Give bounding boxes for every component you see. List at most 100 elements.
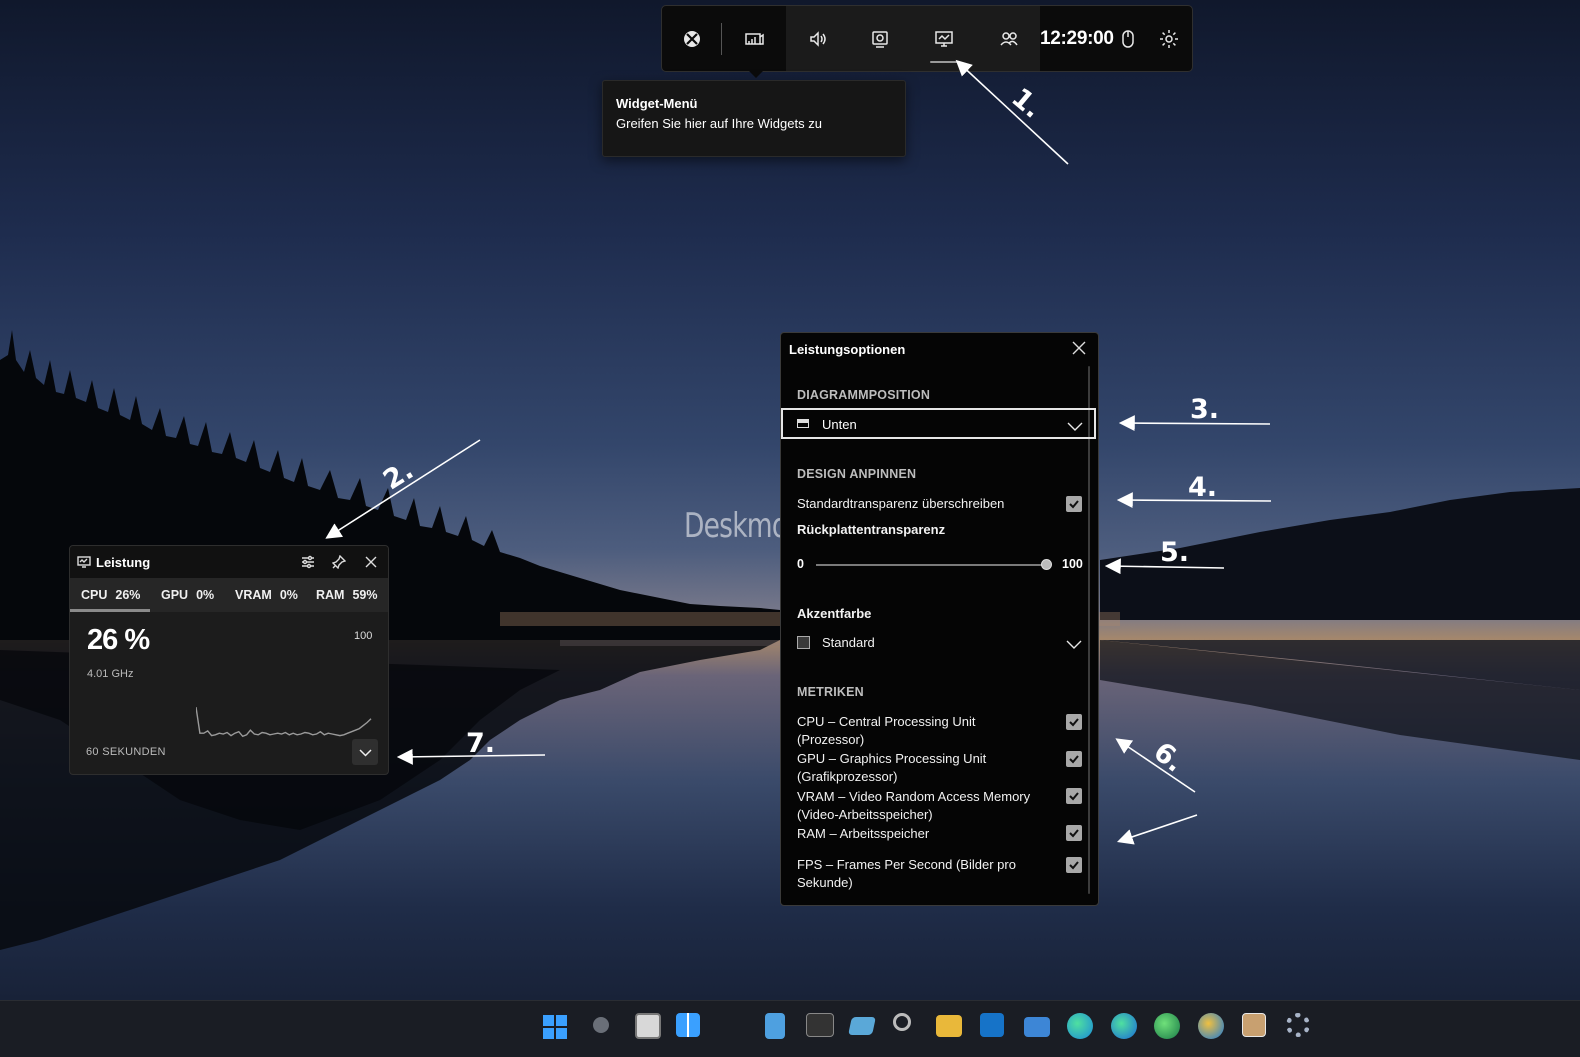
terminal-icon[interactable] [806,1013,834,1037]
widgets-button[interactable] [722,6,786,71]
tab-ram[interactable]: RAM 59% [316,588,378,602]
checkmark-icon [1069,718,1079,727]
section-metrics: METRIKEN [797,685,864,699]
annotation-3: 3. [1190,394,1220,425]
metric-cpu-label: CPU – Central Processing Unit (Prozessor) [797,714,976,747]
outlook-icon[interactable] [980,1013,1004,1037]
checkmark-icon [1069,861,1079,870]
tab-gpu[interactable]: GPU 0% [161,588,214,602]
file-explorer-icon[interactable] [936,1015,962,1037]
chevron-down-icon[interactable] [1066,637,1082,649]
metric-vram-label: VRAM – Video Random Access Memory (Video-… [797,789,1031,822]
annotation-7: 7. [466,728,496,759]
performance-icon [74,552,94,572]
options-button[interactable] [298,552,318,572]
tab-vram[interactable]: VRAM 0% [235,588,298,602]
store-icon[interactable] [1242,1013,1266,1037]
cpu-frequency: 4.01 GHz [87,668,134,680]
widgets-icon [745,32,764,45]
override-transparency-checkbox[interactable] [1066,496,1082,512]
settings-button[interactable] [1152,6,1186,71]
widget-header[interactable]: Leistung [70,546,388,578]
backplate-transparency-label: Rückplattentransparenz [797,522,946,537]
position-bottom-icon [797,419,809,428]
annotation-5: 5. [1160,537,1190,568]
widgets-icon[interactable] [676,1013,700,1037]
tooltip-text: Greifen Sie hier auf Ihre Widgets zu [616,116,822,131]
close-button[interactable] [1071,340,1091,360]
chevron-down-icon [1067,419,1083,431]
taskbar [0,1000,1580,1057]
tab-value: 59% [352,588,378,602]
tab-cpu[interactable]: CPU 26% [81,588,140,602]
tooltip-pointer [748,70,764,78]
checkmark-icon [1069,829,1079,838]
accent-color-swatch [797,636,810,649]
tab-label: GPU [161,588,189,602]
tooltip-title: Widget-Menü [616,96,698,111]
notepad-icon[interactable] [765,1013,785,1039]
metric-vram-checkbox[interactable] [1066,788,1082,804]
close-button[interactable] [361,552,381,572]
tab-label: VRAM [235,588,272,602]
performance-widget: Leistung CPU 26% GPU 0% VRAM 0% RAM 59% 26 %… [69,545,389,775]
override-transparency-label: Standardtransparenz überschreiben [797,496,1005,511]
metric-cpu-checkbox[interactable] [1066,714,1082,730]
edge-dev-icon[interactable] [1154,1013,1180,1039]
tab-value: 26% [115,588,141,602]
graph-max-label: 100 [354,630,373,642]
edge-icon[interactable] [1067,1013,1093,1039]
tab-label: RAM [316,588,345,602]
edge-beta-icon[interactable] [1111,1013,1137,1039]
checkmark-icon [1069,792,1079,801]
pin-button[interactable] [329,552,349,572]
tab-value: 0% [196,588,215,602]
metric-ram-checkbox[interactable] [1066,825,1082,841]
accent-color-label: Akzentfarbe [797,606,872,621]
section-chart-position: DIAGRAMMPOSITION [797,388,931,402]
pin-icon [332,555,346,569]
social-button[interactable] [978,6,1040,71]
metric-fps-checkbox[interactable] [1066,857,1082,873]
app-icon[interactable] [848,1017,876,1035]
usage-line [196,706,372,738]
performance-icon [935,30,953,47]
xbox-button[interactable] [662,6,722,71]
cpu-usage-value: 26 % [87,624,150,656]
sliders-icon [302,555,314,569]
active-tab-underline [70,609,150,612]
metric-tabs: CPU 26% GPU 0% VRAM 0% RAM 59% [70,578,388,612]
scrollbar[interactable] [1088,366,1090,894]
search-icon[interactable] [893,1013,911,1031]
active-indicator [930,61,958,63]
mouse-icon [1122,29,1134,48]
metric-ram-label: RAM – Arbeitsspeicher [797,826,930,841]
chart-position-dropdown[interactable]: Unten [781,408,1096,439]
performance-options-panel: Leistungsoptionen DIAGRAMMPOSITION Unten… [780,332,1099,906]
accent-color-value[interactable]: Standard [822,634,875,652]
social-icon [1000,31,1018,46]
audio-button[interactable] [786,6,850,71]
game-bar: 12:29:00 [661,5,1193,72]
xbox-icon [684,30,700,47]
transparency-slider-thumb[interactable] [1041,559,1052,570]
capture-icon [872,30,888,48]
close-icon [1072,341,1086,355]
edge-canary-icon[interactable] [1198,1013,1224,1039]
mail-icon[interactable] [1024,1017,1050,1037]
start-icon[interactable] [542,1014,568,1040]
task-view-icon[interactable] [635,1013,661,1039]
mouse-button[interactable] [1112,6,1144,71]
widget-title: Leistung [96,555,151,570]
capture-button[interactable] [850,6,910,71]
close-icon [365,556,377,568]
checkmark-icon [1069,755,1079,764]
chevron-down-icon [358,748,372,757]
usage-graph [196,706,372,738]
transparency-slider-track[interactable] [816,564,1046,566]
metric-gpu-checkbox[interactable] [1066,751,1082,767]
expand-button[interactable] [352,739,378,765]
settings-icon[interactable] [1286,1013,1310,1037]
search-circle-icon[interactable] [593,1017,609,1033]
metric-gpu-label: GPU – Graphics Processing Unit (Grafikpro… [797,751,987,784]
